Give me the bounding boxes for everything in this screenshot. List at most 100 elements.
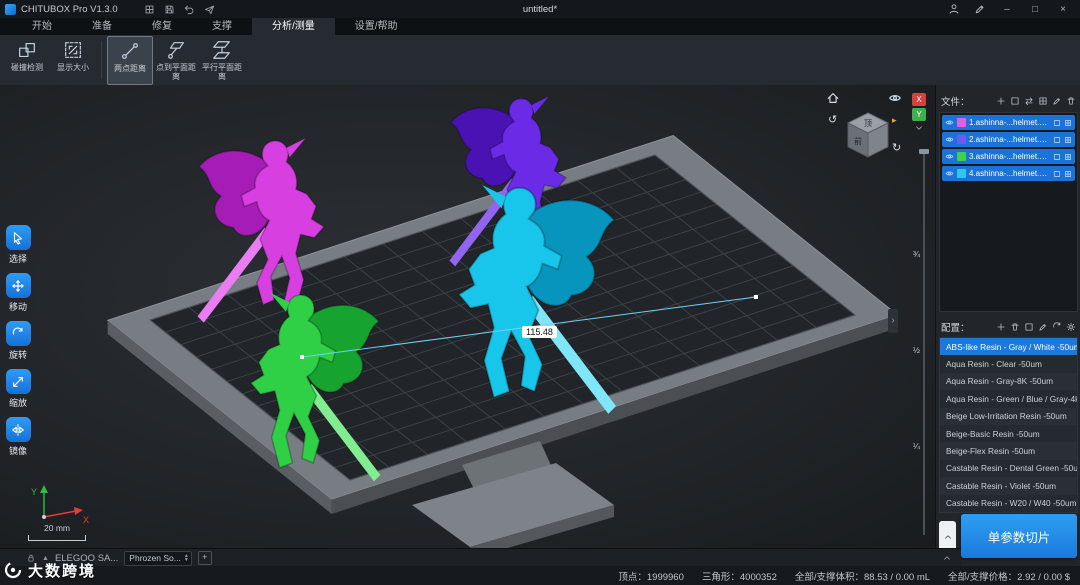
perspective-icon[interactable] bbox=[888, 91, 902, 105]
undo-icon[interactable] bbox=[184, 4, 195, 15]
app-title: CHITUBOX Pro V1.3.0 bbox=[21, 3, 118, 15]
resin-row-selected[interactable]: ABS-like Resin - Gray / White -50um bbox=[940, 338, 1077, 356]
tool-rotate[interactable]: 旋转 bbox=[5, 321, 31, 361]
settings-icon[interactable] bbox=[1066, 322, 1076, 332]
visibility-icon[interactable] bbox=[945, 152, 954, 161]
more-icon[interactable] bbox=[1064, 119, 1072, 127]
delete-profile-icon[interactable] bbox=[1010, 322, 1020, 332]
more-icon[interactable] bbox=[1064, 136, 1072, 144]
share-icon[interactable] bbox=[204, 4, 215, 15]
view-cube[interactable]: 顶 前 bbox=[842, 107, 894, 163]
scale-label: 20 mm bbox=[44, 523, 70, 533]
list-icon[interactable] bbox=[1038, 96, 1048, 106]
resin-row[interactable]: Beige-Flex Resin -50um bbox=[940, 442, 1077, 460]
add-machine-button[interactable]: + bbox=[197, 551, 212, 565]
home-view-icon[interactable] bbox=[826, 91, 840, 105]
resin-row[interactable]: Castable Resin - Violet -50um bbox=[940, 477, 1077, 495]
add-profile-icon[interactable] bbox=[996, 322, 1006, 332]
chevron-down-icon[interactable] bbox=[913, 123, 925, 133]
resin-row[interactable]: Aqua Resin - Clear -50um bbox=[940, 355, 1077, 373]
file-row[interactable]: 3.ashinna-...helmet.stl #2 bbox=[942, 149, 1075, 164]
file-icon[interactable] bbox=[144, 4, 155, 15]
tool-scale[interactable]: 缩放 bbox=[5, 369, 31, 409]
duplicate-icon[interactable] bbox=[1024, 322, 1034, 332]
viewport-3d[interactable]: 115.48 选择 移动 旋转 缩放 镜像 ↺ ↻ ▸ 顶 前 X Y ¾ ½ … bbox=[0, 85, 935, 548]
tab-settings-help[interactable]: 设置/帮助 bbox=[335, 18, 418, 35]
chevron-up-icon bbox=[943, 532, 953, 542]
file-row[interactable]: 1.ashinna-...helmet.stl #0 bbox=[942, 115, 1075, 130]
tool-collision-detect[interactable]: 碰撞检测 bbox=[4, 36, 50, 85]
support-icon[interactable] bbox=[1053, 136, 1061, 144]
delete-file-icon[interactable] bbox=[1066, 96, 1076, 106]
tab-repair[interactable]: 修复 bbox=[132, 18, 192, 35]
tool-mirror[interactable]: 镜像 bbox=[5, 417, 31, 457]
mirror-icon bbox=[11, 423, 25, 437]
more-icon[interactable] bbox=[1064, 170, 1072, 178]
resin-row[interactable]: Aqua Resin - Green / Blue / Gray-4k / ..… bbox=[940, 390, 1077, 408]
visibility-icon[interactable] bbox=[945, 169, 954, 178]
tool-point-plane-distance[interactable]: 点到平面距离 bbox=[153, 36, 199, 85]
chitubox-window: CHITUBOX Pro V1.3.0 untitled* – □ × 开始 准… bbox=[0, 0, 1080, 585]
resin-profile-list: ABS-like Resin - Gray / White -50um Aqua… bbox=[939, 337, 1078, 513]
tab-start[interactable]: 开始 bbox=[12, 18, 72, 35]
tab-support[interactable]: 支撑 bbox=[192, 18, 252, 35]
files-section-header: 文件： bbox=[936, 93, 1080, 108]
dropdown-spinner-icon[interactable]: ▲ ▼ bbox=[184, 554, 189, 563]
resin-row[interactable]: Aqua Resin - Gray-8K -50um bbox=[940, 372, 1077, 391]
maximize-button[interactable]: □ bbox=[1028, 4, 1042, 15]
tool-parallel-plane-distance[interactable]: 平行平面距离 bbox=[199, 36, 245, 85]
clip-axis-y-button[interactable]: Y bbox=[912, 108, 926, 121]
visibility-icon[interactable] bbox=[945, 135, 954, 144]
tool-move[interactable]: 移动 bbox=[5, 273, 31, 313]
ribbon-separator bbox=[101, 41, 102, 79]
model-thumbnail bbox=[957, 135, 966, 144]
tab-analyze-measure[interactable]: 分析/测量 bbox=[252, 18, 335, 35]
rotate-left-icon[interactable]: ↺ bbox=[828, 113, 837, 126]
group-icon[interactable] bbox=[1010, 96, 1020, 106]
feedback-icon[interactable] bbox=[974, 3, 986, 15]
file-row[interactable]: 4.ashinna-...helmet.stl #3 bbox=[942, 166, 1075, 181]
swap-icon[interactable] bbox=[1024, 96, 1034, 106]
more-icon[interactable] bbox=[1064, 153, 1072, 161]
edit-profile-icon[interactable] bbox=[1038, 322, 1048, 332]
cursor-icon bbox=[11, 231, 25, 245]
reset-icon[interactable] bbox=[1052, 322, 1062, 332]
tool-show-size[interactable]: 显示大小 bbox=[50, 36, 96, 85]
tool-select[interactable]: 选择 bbox=[5, 225, 31, 265]
support-icon[interactable] bbox=[1053, 153, 1061, 161]
printer-dropdown[interactable]: Phrozen So... ▲ ▼ bbox=[124, 550, 192, 566]
slice-button[interactable]: 单参数切片 bbox=[961, 514, 1077, 558]
close-button[interactable]: × bbox=[1056, 4, 1070, 15]
tool-two-point-distance[interactable]: 两点距离 bbox=[107, 35, 153, 85]
slider-track[interactable] bbox=[923, 149, 925, 535]
tab-prepare[interactable]: 准备 bbox=[72, 18, 132, 35]
point-plane-icon bbox=[165, 39, 187, 61]
vertex-count: 顶点：1999960 bbox=[618, 571, 684, 583]
resin-row[interactable]: Beige Low-Irritation Resin -50um bbox=[940, 407, 1077, 425]
bottom-bar-collapse-icon[interactable] bbox=[941, 553, 953, 563]
save-icon[interactable] bbox=[164, 4, 175, 15]
machine-tab[interactable]: ELEGOO SA... bbox=[55, 553, 118, 564]
transform-toolbar: 选择 移动 旋转 缩放 镜像 bbox=[2, 225, 34, 457]
svg-text:前: 前 bbox=[854, 136, 862, 146]
slider-handle[interactable] bbox=[919, 149, 929, 154]
config-section-header: 配置： bbox=[936, 319, 1080, 334]
support-icon[interactable] bbox=[1053, 119, 1061, 127]
machine-bar: ▲ ELEGOO SA... Phrozen So... ▲ ▼ + bbox=[0, 548, 961, 567]
add-file-icon[interactable] bbox=[996, 96, 1006, 106]
support-icon[interactable] bbox=[1053, 170, 1061, 178]
resin-row[interactable]: Castable Resin - W20 / W40 -50um bbox=[940, 494, 1077, 512]
minimize-button[interactable]: – bbox=[1000, 4, 1014, 15]
rotate-icon bbox=[11, 327, 25, 341]
rename-icon[interactable] bbox=[1052, 96, 1062, 106]
resin-row[interactable]: Beige-Basic Resin -50um bbox=[940, 424, 1077, 443]
resin-row[interactable]: Castable Resin - Dental Green -50um bbox=[940, 459, 1077, 478]
fraction-three-quarters: ¾ bbox=[912, 249, 920, 259]
panel-collapse-handle[interactable]: › bbox=[888, 309, 898, 333]
account-icon[interactable] bbox=[948, 3, 960, 15]
file-row[interactable]: 2.ashinna-...helmet.stl #1 bbox=[942, 132, 1075, 147]
visibility-icon[interactable] bbox=[945, 118, 954, 127]
clip-axis-x-button[interactable]: X bbox=[912, 93, 926, 106]
build-plate-scene bbox=[106, 95, 899, 548]
fraction-quarter: ¼ bbox=[912, 441, 920, 451]
